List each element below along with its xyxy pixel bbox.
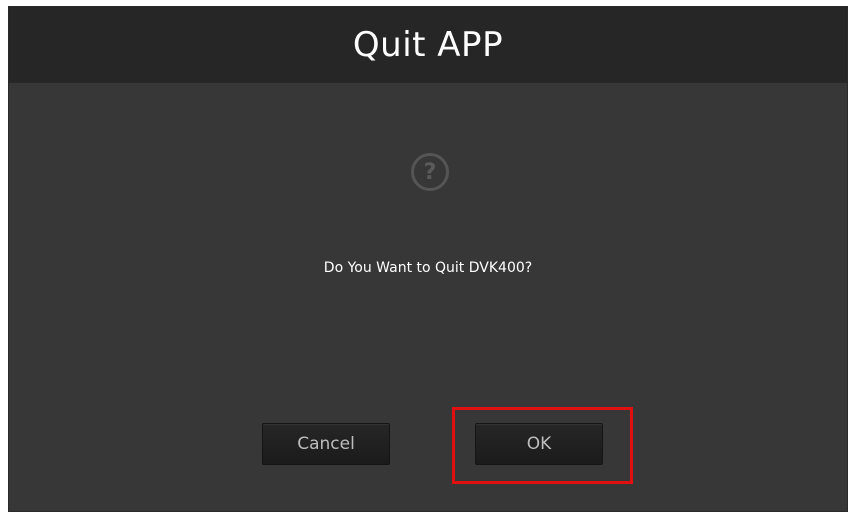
ok-button[interactable]: OK <box>475 423 603 465</box>
dialog-message: Do You Want to Quit DVK400? <box>323 260 533 276</box>
question-icon: ? <box>411 153 449 191</box>
question-icon-glyph: ? <box>423 159 437 185</box>
dialog-title-bar: Quit APP <box>9 7 847 83</box>
quit-app-dialog: Quit APP ? Do You Want to Quit DVK400? C… <box>8 6 848 512</box>
cancel-button[interactable]: Cancel <box>262 423 390 465</box>
dialog-title: Quit APP <box>352 25 504 65</box>
